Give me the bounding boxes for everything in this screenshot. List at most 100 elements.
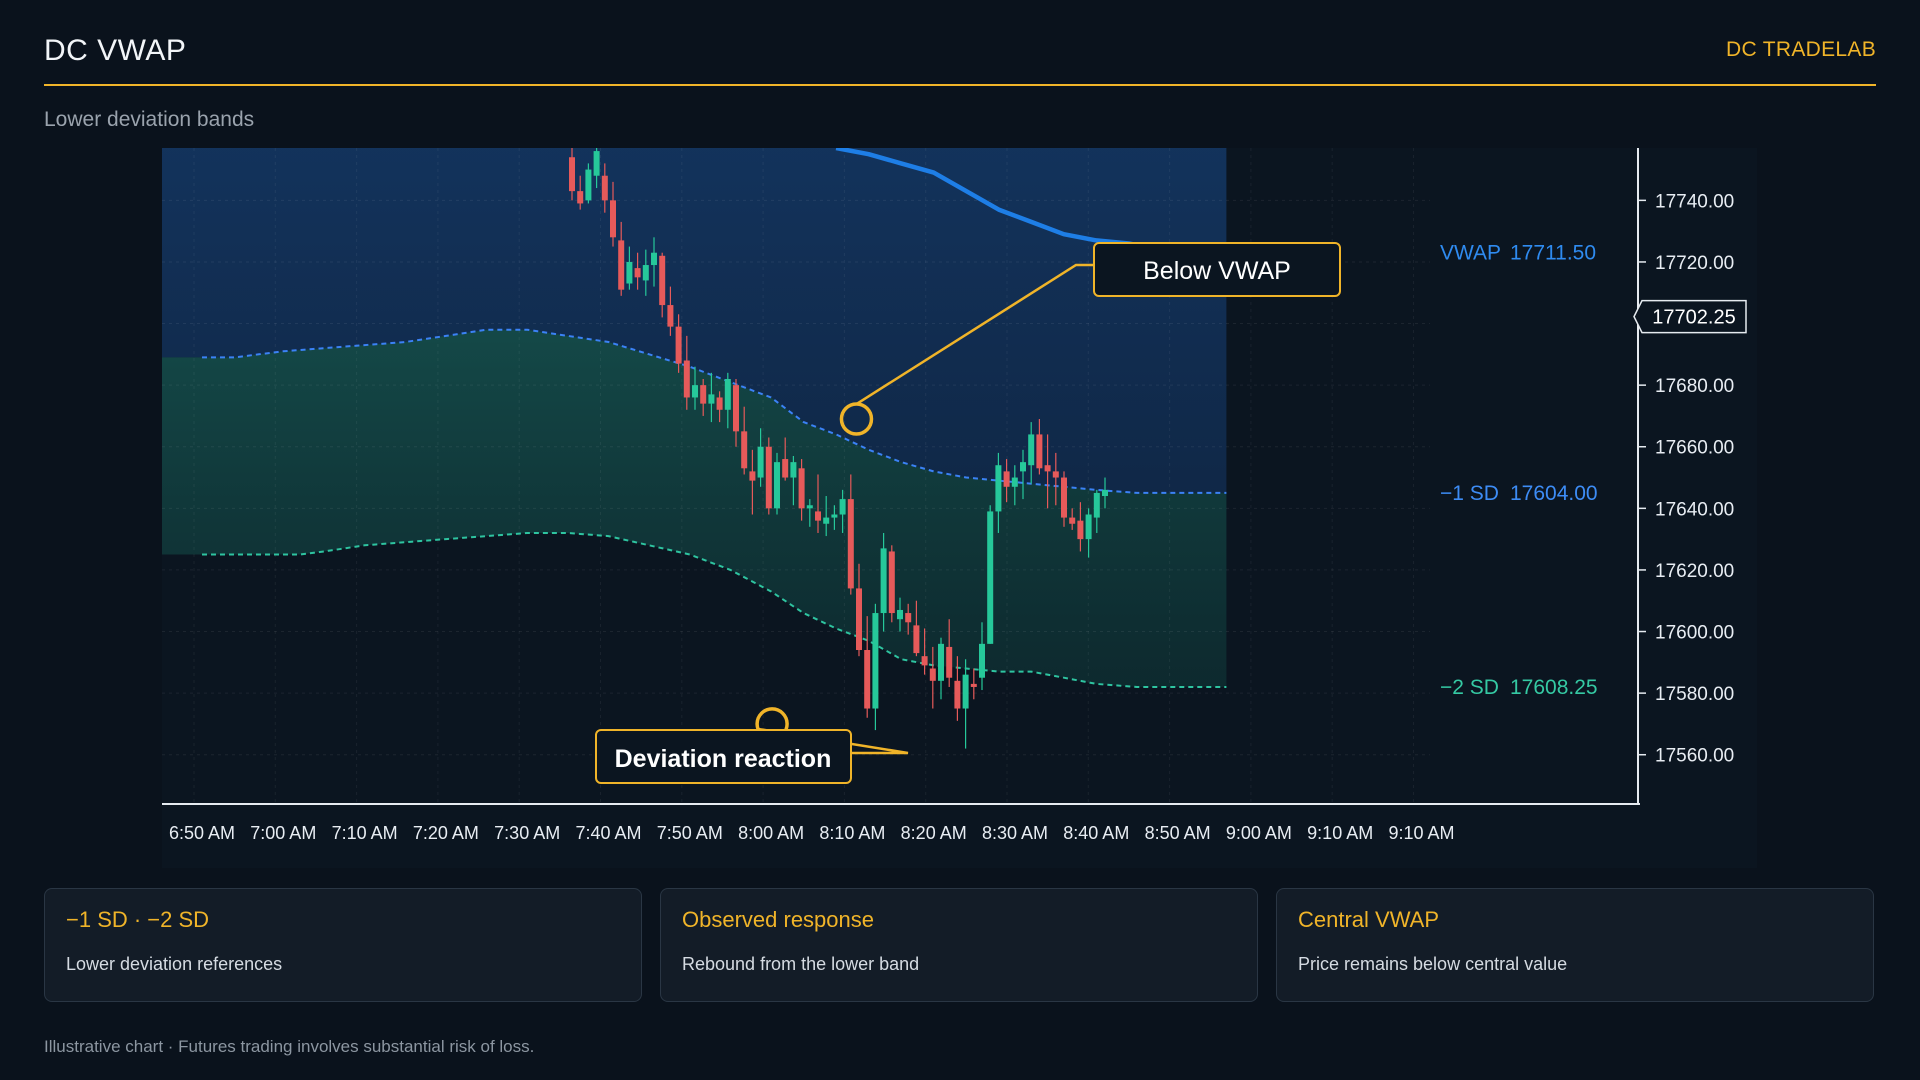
- sd1-label-name: −1 SD: [1440, 482, 1499, 505]
- card-title: −1 SD · −2 SD: [66, 907, 210, 932]
- candle-body: [987, 511, 994, 644]
- candle-body: [1093, 492, 1100, 518]
- candle-body: [651, 252, 657, 266]
- card-text: Rebound from the lower band: [682, 954, 920, 974]
- candle-body: [938, 643, 944, 681]
- x-tick-label: 7:40 AM: [575, 823, 641, 843]
- x-tick-label: 8:30 AM: [982, 823, 1048, 843]
- card-text: Price remains below central value: [1298, 954, 1568, 974]
- candle: [774, 452, 780, 515]
- x-tick-label: 7:50 AM: [657, 823, 723, 843]
- candle-body: [995, 465, 1002, 512]
- x-tick-label: 8:50 AM: [1145, 823, 1211, 843]
- x-tick-label: 9:10 AM: [1388, 823, 1454, 843]
- card-text: Lower deviation references: [66, 954, 283, 974]
- candle-body: [1028, 434, 1035, 466]
- candle-body: [864, 650, 871, 709]
- sd2-label-name: −2 SD: [1440, 676, 1499, 699]
- candle-body: [1044, 465, 1051, 472]
- candle-body: [1020, 462, 1026, 472]
- x-tick-label: 7:00 AM: [250, 823, 316, 843]
- candle-body: [1077, 520, 1084, 540]
- x-tick-label: 8:00 AM: [738, 823, 804, 843]
- info-card-deviation: −1 SD · −2 SD Lower deviation references: [44, 888, 642, 1002]
- candle-body: [569, 157, 575, 192]
- vwap-label: VWAP 17711.50: [1440, 242, 1596, 265]
- candle-body: [667, 305, 674, 327]
- callout-text: Below VWAP: [1143, 257, 1291, 285]
- candle-body: [782, 459, 789, 478]
- sd1-label-value: 17604.00: [1510, 482, 1598, 505]
- candle-body: [733, 385, 739, 432]
- candle-body: [946, 646, 953, 678]
- y-tick-label: 17620.00: [1655, 561, 1734, 582]
- candle-body: [790, 462, 797, 478]
- y-tick-label: 17740.00: [1655, 191, 1734, 212]
- y-tick-label: 17720.00: [1655, 253, 1734, 274]
- x-tick-label: 7:10 AM: [332, 823, 398, 843]
- candle-body: [757, 446, 764, 478]
- candle-body: [765, 446, 772, 509]
- y-tick-label: 17600.00: [1655, 623, 1734, 644]
- candle-body: [888, 551, 895, 614]
- candle-body: [626, 261, 633, 284]
- candle-body: [724, 378, 731, 410]
- x-tick-label: 7:20 AM: [413, 823, 479, 843]
- candle-body: [1011, 477, 1018, 487]
- candle-body: [897, 609, 903, 620]
- candle-body: [618, 240, 625, 290]
- candle-body: [921, 656, 928, 666]
- y-tick-label: 17660.00: [1655, 438, 1734, 459]
- candle-body: [856, 588, 862, 651]
- sd1-label: −1 SD 17604.00: [1440, 482, 1598, 505]
- candle: [987, 505, 994, 644]
- candle-body: [642, 265, 649, 281]
- x-tick-label: 7:30 AM: [494, 823, 560, 843]
- candle-body: [815, 511, 821, 521]
- x-tick-label: 8:10 AM: [819, 823, 885, 843]
- candle-body: [593, 151, 600, 176]
- x-tick-label: 6:50 AM: [169, 823, 235, 843]
- candle-body: [880, 548, 887, 614]
- candle-body: [585, 169, 592, 201]
- y-tick-label: 17680.00: [1655, 376, 1734, 397]
- info-card-vwap: Central VWAP Price remains below central…: [1276, 888, 1874, 1002]
- candle-body: [798, 468, 805, 509]
- x-tick-label: 8:40 AM: [1063, 823, 1129, 843]
- vwap-label-name: VWAP: [1440, 242, 1501, 265]
- candle-body: [831, 514, 838, 518]
- candle-body: [1069, 517, 1076, 524]
- candle-body: [659, 255, 666, 306]
- candle-body: [847, 499, 854, 589]
- candle-body: [716, 397, 723, 410]
- candle-body: [962, 674, 969, 709]
- info-cards: −1 SD · −2 SD Lower deviation references…: [44, 888, 1876, 1006]
- candle-body: [741, 431, 748, 469]
- x-tick-label: 8:20 AM: [901, 823, 967, 843]
- info-card-response: Observed response Rebound from the lower…: [660, 888, 1258, 1002]
- candle-body: [970, 683, 977, 687]
- vwap-label-value: 17711.50: [1510, 242, 1596, 265]
- candle-body: [683, 360, 690, 398]
- callout-text: Deviation reaction: [615, 745, 832, 773]
- chart: 17740.0017720.0017700.0017680.0017660.00…: [162, 148, 1757, 868]
- price-tag-label: 17702.25: [1652, 307, 1735, 329]
- candle-body: [1003, 471, 1010, 487]
- sd2-label: −2 SD 17608.25: [1440, 676, 1598, 699]
- candle-body: [634, 268, 641, 278]
- candle-body: [1102, 489, 1108, 497]
- y-tick-label: 17640.00: [1655, 499, 1734, 520]
- y-tick-label: 17560.00: [1655, 746, 1734, 767]
- candle-body: [905, 613, 912, 623]
- candle-body: [1085, 514, 1092, 540]
- candle-body: [700, 385, 707, 404]
- candle-body: [839, 499, 846, 515]
- candle-body: [749, 471, 756, 481]
- candle: [765, 437, 772, 515]
- candle-body: [774, 462, 780, 509]
- candle-body: [1061, 477, 1067, 518]
- candle-body: [979, 643, 985, 678]
- candle-body: [1036, 434, 1043, 469]
- candle-body: [913, 625, 920, 654]
- candle-body: [872, 613, 879, 709]
